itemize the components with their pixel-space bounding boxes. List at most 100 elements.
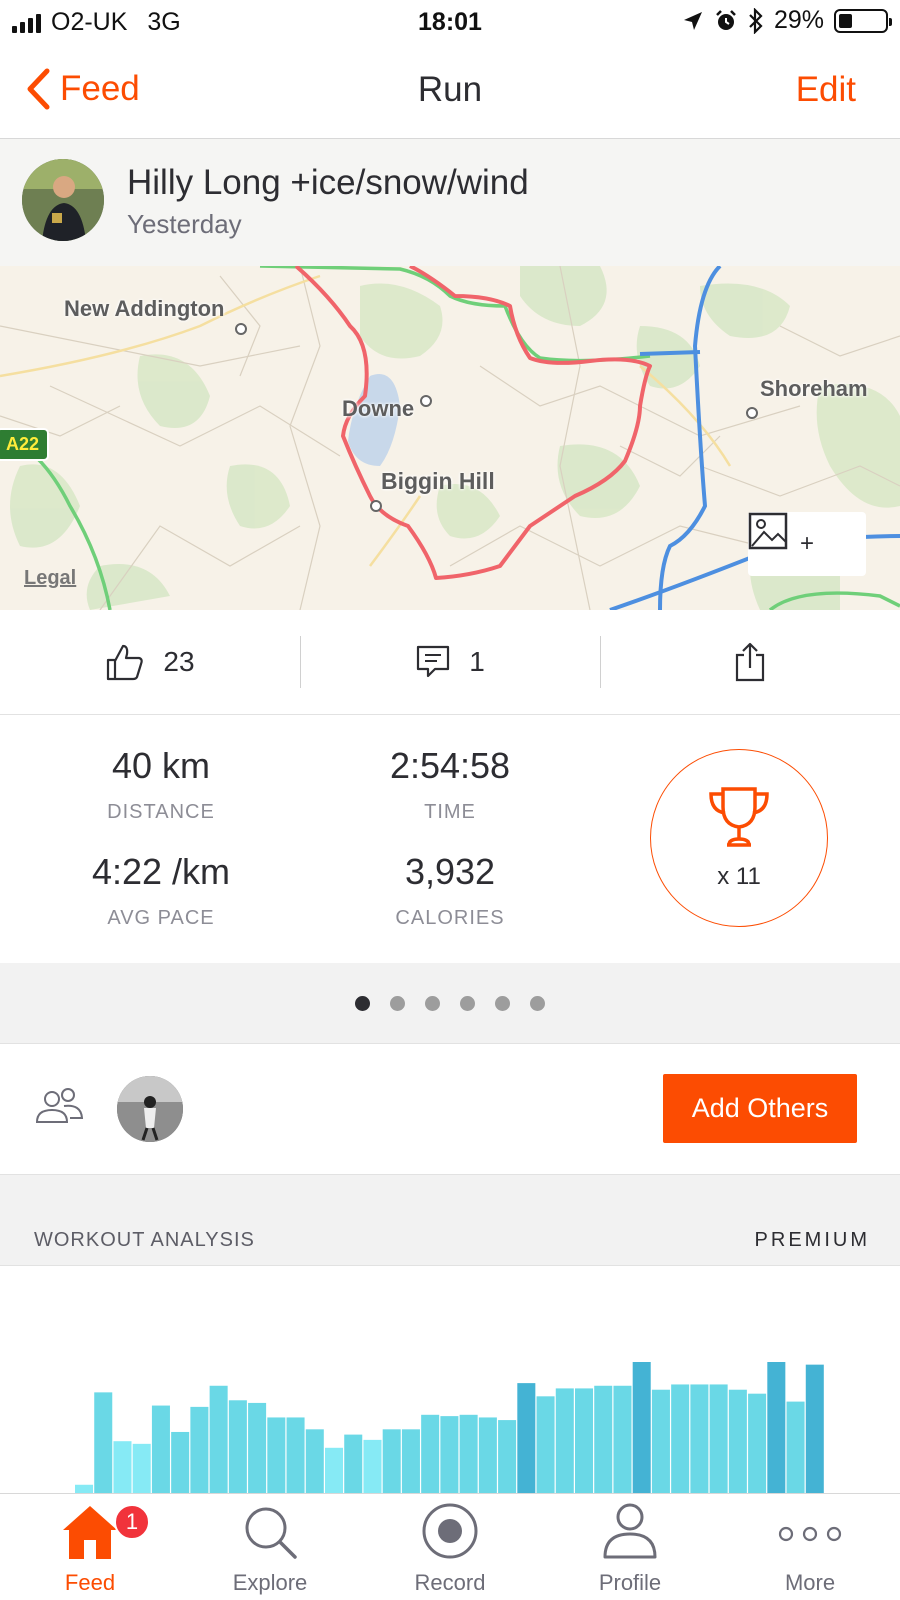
time-value: 2:54:58 bbox=[389, 745, 511, 786]
analysis-bar bbox=[709, 1384, 728, 1494]
analysis-bar bbox=[209, 1385, 228, 1494]
calories-value: 3,932 bbox=[404, 851, 496, 892]
nav-bar: Feed Run Edit bbox=[0, 44, 900, 139]
workout-analysis-chart[interactable] bbox=[0, 1266, 900, 1494]
pager-dot[interactable] bbox=[460, 995, 475, 1011]
analysis-bar bbox=[94, 1392, 113, 1494]
profile-icon bbox=[603, 1503, 657, 1559]
premium-label: PREMIUM bbox=[754, 1229, 870, 1251]
analysis-bar bbox=[575, 1388, 594, 1494]
activity-stats: 40 km DISTANCE 2:54:58 TIME 4:22 /km AVG… bbox=[0, 715, 900, 963]
achievements-button[interactable]: x 11 bbox=[650, 749, 828, 927]
add-photo-plus: + bbox=[799, 530, 814, 557]
tab-profile[interactable]: Profile bbox=[540, 1494, 720, 1600]
analysis-bar bbox=[113, 1441, 132, 1494]
add-others-button[interactable]: Add Others bbox=[663, 1074, 857, 1143]
tab-profile-label: Profile bbox=[598, 1570, 662, 1595]
activity-date: Yesterday bbox=[127, 209, 242, 239]
record-icon bbox=[422, 1503, 478, 1559]
location-arrow-icon bbox=[683, 11, 702, 30]
analysis-bar bbox=[536, 1396, 555, 1494]
analysis-bar bbox=[478, 1417, 497, 1494]
kudos-count: 23 bbox=[163, 646, 195, 677]
share-button[interactable] bbox=[600, 610, 900, 714]
status-right: 29% bbox=[682, 6, 892, 35]
athlete-avatar[interactable] bbox=[22, 159, 104, 241]
analysis-bar bbox=[748, 1393, 767, 1494]
avatar-image bbox=[22, 159, 104, 241]
kudos-button[interactable]: 23 bbox=[0, 610, 300, 714]
map-label-biggin-hill: Biggin Hill bbox=[381, 468, 495, 494]
activity-title: Hilly Long +ice/snow/wind bbox=[127, 163, 529, 202]
map-label-shoreham: Shoreham bbox=[760, 376, 868, 401]
analysis-bar bbox=[613, 1385, 632, 1494]
analysis-bar bbox=[632, 1362, 651, 1494]
pace-value: 4:22 /km bbox=[91, 851, 231, 892]
tab-feed[interactable]: Feed 1 bbox=[0, 1494, 180, 1600]
time-label: TIME bbox=[424, 801, 476, 823]
analysis-bar bbox=[151, 1405, 170, 1494]
analysis-bar bbox=[786, 1401, 805, 1494]
analysis-bar bbox=[421, 1414, 440, 1494]
analysis-bar bbox=[363, 1439, 382, 1494]
pager-dot[interactable] bbox=[530, 995, 545, 1011]
edit-button[interactable]: Edit bbox=[796, 70, 856, 110]
analysis-bar bbox=[690, 1384, 709, 1494]
feed-notification-badge: 1 bbox=[114, 1504, 150, 1540]
analysis-bar bbox=[594, 1385, 613, 1494]
analysis-bar bbox=[286, 1417, 305, 1494]
calories-label: CALORIES bbox=[395, 907, 505, 929]
road-badge: A22 bbox=[0, 428, 50, 461]
analysis-bar bbox=[555, 1388, 574, 1494]
analysis-bar bbox=[190, 1406, 209, 1494]
workout-analysis-title: WORKOUT ANALYSIS bbox=[34, 1229, 255, 1251]
analysis-bar bbox=[651, 1389, 670, 1494]
share-icon bbox=[735, 642, 765, 682]
comment-button[interactable]: 1 bbox=[300, 610, 600, 714]
analysis-bar bbox=[517, 1383, 536, 1494]
analysis-bar bbox=[401, 1429, 420, 1494]
stat-pace: 4:22 /km AVG PACE bbox=[16, 851, 306, 930]
tab-more[interactable]: More bbox=[720, 1494, 900, 1600]
more-icon bbox=[778, 1526, 842, 1542]
workout-analysis-header[interactable]: WORKOUT ANALYSIS PREMIUM bbox=[0, 1175, 900, 1266]
map-legal-link[interactable]: Legal bbox=[24, 567, 76, 590]
pager-dot[interactable] bbox=[495, 995, 510, 1011]
tab-feed-label: Feed bbox=[64, 1570, 116, 1595]
tab-record[interactable]: Record bbox=[360, 1494, 540, 1600]
map-label-new-addington: New Addington bbox=[64, 296, 225, 321]
group-athlete-avatar[interactable] bbox=[117, 1076, 183, 1142]
tab-explore[interactable]: Explore bbox=[180, 1494, 360, 1600]
analysis-bar bbox=[344, 1434, 363, 1494]
battery-icon bbox=[834, 8, 892, 33]
home-icon bbox=[63, 1506, 117, 1559]
pager-dot[interactable] bbox=[390, 995, 405, 1011]
pager-dot[interactable] bbox=[355, 995, 370, 1011]
pace-bar-chart bbox=[75, 1362, 824, 1494]
analysis-bar bbox=[440, 1416, 459, 1494]
add-photo-button[interactable]: + bbox=[748, 512, 866, 576]
map-label-downe: Downe bbox=[342, 396, 415, 421]
trophy-icon bbox=[709, 787, 769, 847]
photo-pager[interactable] bbox=[0, 963, 900, 1044]
analysis-bar bbox=[267, 1417, 286, 1494]
comment-count: 1 bbox=[469, 646, 485, 677]
analysis-bar bbox=[728, 1389, 747, 1494]
analysis-bar bbox=[228, 1400, 247, 1494]
analysis-bar bbox=[382, 1429, 401, 1494]
comment-icon bbox=[417, 645, 450, 678]
tab-explore-label: Explore bbox=[232, 1570, 308, 1595]
distance-label: DISTANCE bbox=[107, 801, 215, 823]
people-icon bbox=[35, 1088, 84, 1123]
tab-bar: Feed 1 Explore Record Profile More bbox=[0, 1493, 900, 1600]
analysis-bar bbox=[459, 1414, 478, 1494]
analysis-bar bbox=[305, 1429, 324, 1494]
analysis-bar bbox=[248, 1402, 267, 1494]
analysis-bar bbox=[325, 1447, 344, 1494]
athletes-row: Add Others bbox=[0, 1044, 900, 1175]
bluetooth-icon bbox=[749, 7, 763, 34]
analysis-bar bbox=[805, 1364, 824, 1494]
pager-dot[interactable] bbox=[425, 995, 440, 1011]
route-map[interactable]: New Addington Downe Biggin Hill Shoreham… bbox=[0, 266, 900, 610]
alarm-icon bbox=[716, 9, 736, 30]
